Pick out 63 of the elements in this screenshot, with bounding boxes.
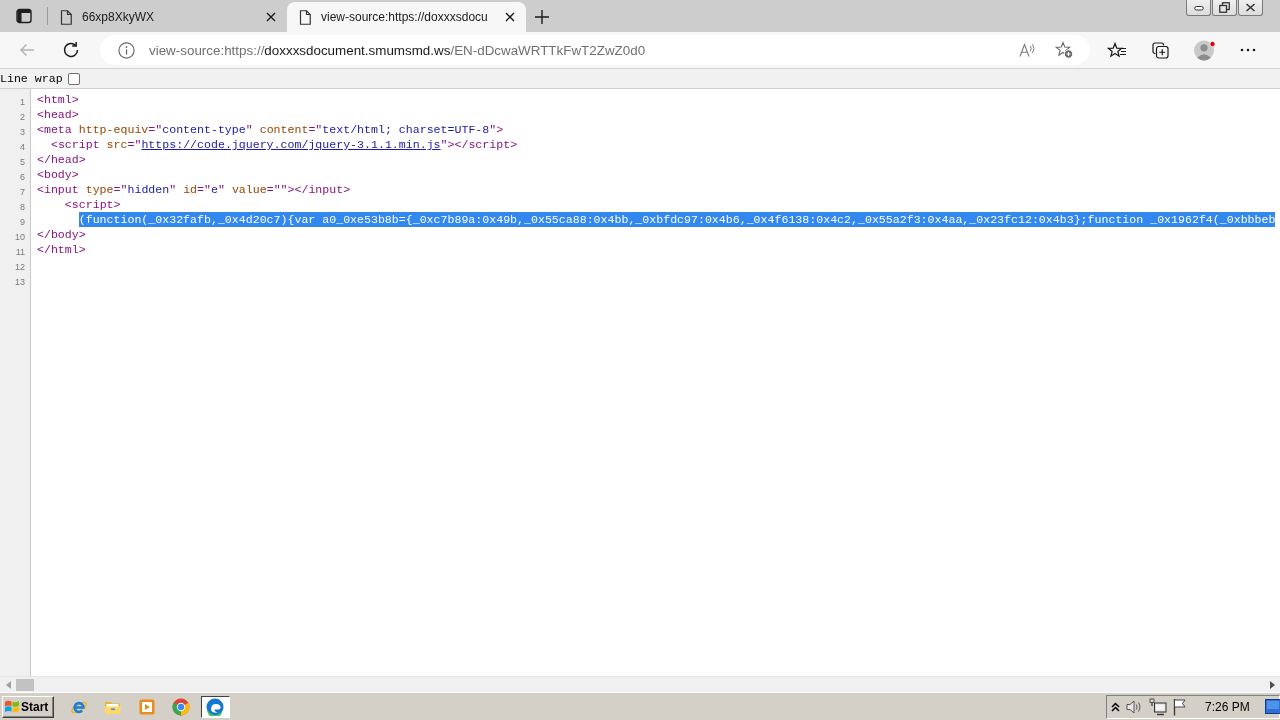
star-list-icon[interactable] bbox=[1106, 42, 1126, 58]
code-line: <input type="hidden" id="e" value=""></input> bbox=[37, 182, 351, 197]
browser-tab[interactable]: 66xp8XkyWX bbox=[48, 2, 287, 32]
stacked-squares-plus-icon[interactable] bbox=[1151, 41, 1169, 59]
code-line: </body> bbox=[37, 227, 86, 242]
restore-button[interactable] bbox=[1212, 0, 1237, 16]
page-icon bbox=[299, 9, 311, 25]
page-icon bbox=[60, 9, 72, 25]
plus-icon[interactable] bbox=[534, 9, 550, 25]
four-pane-flag-icon bbox=[4, 699, 20, 714]
minimize-button[interactable] bbox=[1186, 0, 1211, 16]
line-number: 11 bbox=[15, 247, 25, 257]
network-monitor-icon[interactable] bbox=[1148, 697, 1167, 716]
close-icon bbox=[1245, 3, 1256, 12]
star-plus-icon[interactable] bbox=[1055, 41, 1073, 59]
restore-icon bbox=[1219, 2, 1230, 13]
code-line: <body> bbox=[37, 167, 79, 182]
horizontal-scrollbar[interactable] bbox=[0, 676, 1280, 692]
source-link[interactable]: https://code.jquery.com/jquery-3.1.1.min.js bbox=[141, 138, 441, 151]
three-dots-icon[interactable] bbox=[1240, 48, 1256, 52]
code-line: <head> bbox=[37, 107, 79, 122]
line-number: 2 bbox=[20, 112, 25, 122]
close-button[interactable] bbox=[1238, 0, 1263, 16]
clock: 7:26 PM bbox=[1205, 699, 1250, 714]
line-number: 9 bbox=[20, 217, 25, 227]
minimize-icon bbox=[1193, 4, 1204, 11]
refresh-icon[interactable] bbox=[62, 41, 80, 59]
code-line: <script> bbox=[64, 197, 121, 212]
start-button[interactable]: Start bbox=[2, 695, 54, 718]
info-icon[interactable] bbox=[118, 41, 135, 59]
scrollbar-thumb[interactable] bbox=[16, 678, 34, 691]
scroll-right-arrow-icon[interactable] bbox=[1269, 680, 1275, 689]
line-number: 5 bbox=[20, 157, 25, 167]
line-number: 7 bbox=[20, 187, 25, 197]
code-line: <html> bbox=[37, 92, 79, 107]
close-icon[interactable] bbox=[505, 12, 515, 22]
wave-circle-icon[interactable] bbox=[206, 697, 224, 716]
line-number: 10 bbox=[15, 232, 25, 242]
line-wrap-checkbox[interactable] bbox=[67, 72, 80, 85]
line-wrap-label: Line wrap bbox=[0, 72, 63, 85]
line-number: 1 bbox=[20, 97, 25, 107]
line-number: 12 bbox=[15, 262, 25, 272]
code-line: </html> bbox=[37, 242, 86, 257]
line-number: 8 bbox=[20, 202, 25, 212]
speaker-icon[interactable] bbox=[1125, 698, 1143, 715]
line-number: 6 bbox=[20, 172, 25, 182]
url-text: view-source:https://doxxxsdocument.smumsmd.ws/EN-dDcwaWRTTkFwT2ZwZ0d0 bbox=[149, 42, 647, 58]
close-icon[interactable] bbox=[266, 12, 276, 22]
code-line: <script src="https://code.jquery.com/jquery-3.1.1.min.js"></script> bbox=[50, 137, 518, 152]
line-number: 13 bbox=[15, 277, 25, 287]
tricolor-circle-icon[interactable] bbox=[172, 697, 190, 716]
avatar-icon[interactable] bbox=[1192, 39, 1216, 61]
browser-tab[interactable]: view-source:https://doxxxsdocu bbox=[287, 2, 526, 32]
letter-sound-waves-icon[interactable] bbox=[1019, 43, 1036, 57]
chevron-up-icon[interactable] bbox=[1111, 701, 1120, 712]
taskbar-button[interactable] bbox=[200, 695, 230, 718]
address-field[interactable]: view-source:https://doxxxsdocument.smumsmd.ws/EN-dDcwaWRTTkFwT2ZwZ0d0 bbox=[100, 35, 1090, 65]
line-number: 3 bbox=[20, 127, 25, 137]
panel-icon[interactable] bbox=[15, 8, 32, 24]
code-line: <meta http-equiv="content-type" content="text/html; charset=UTF-8"> bbox=[37, 122, 504, 137]
code-line: </head> bbox=[37, 152, 86, 167]
line-number: 4 bbox=[20, 142, 25, 152]
flag-icon[interactable] bbox=[1172, 697, 1187, 716]
